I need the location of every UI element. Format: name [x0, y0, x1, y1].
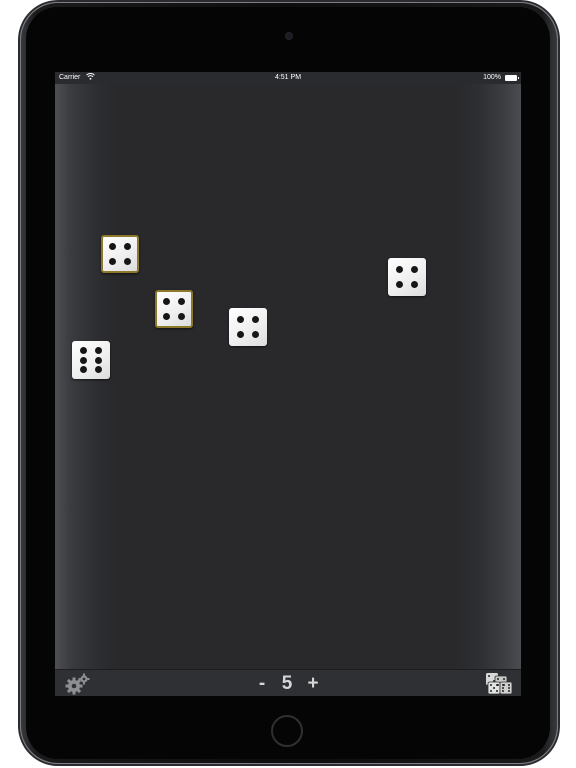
die-pip [123, 257, 131, 265]
die-pip [395, 265, 403, 273]
die-pip [177, 312, 185, 320]
battery-percent: 100% [483, 74, 501, 81]
die[interactable] [229, 308, 267, 346]
die[interactable] [72, 341, 110, 379]
status-time: 4:51 PM [274, 74, 302, 81]
die-pip [177, 298, 185, 306]
battery-icon [505, 75, 519, 81]
front-camera [285, 32, 293, 40]
status-bar: Carrier 4:51 PM 100% [55, 72, 521, 84]
die[interactable] [388, 258, 426, 296]
dice-stack-icon[interactable] [485, 672, 513, 695]
die-pip [252, 331, 260, 339]
decrease-dice-button[interactable]: - [255, 670, 269, 696]
die[interactable] [155, 290, 193, 328]
die-pip [109, 243, 117, 251]
bottom-toolbar: - 5 + [55, 669, 521, 696]
die-pip [252, 315, 260, 323]
die-pip [95, 366, 103, 373]
home-button[interactable] [271, 715, 303, 747]
die-pip [163, 298, 171, 306]
die-pip [79, 356, 87, 364]
die-pip [95, 347, 103, 354]
dice-count-control: - 5 + [253, 670, 323, 696]
die-pip [79, 347, 87, 354]
app-screen: Carrier 4:51 PM 100% - 5 + [55, 72, 521, 696]
die[interactable] [101, 235, 139, 273]
die-pip [123, 243, 131, 251]
die-pip [109, 257, 117, 265]
die-pip [411, 281, 419, 289]
die-pip [236, 331, 244, 339]
increase-dice-button[interactable]: + [305, 670, 321, 696]
die-pip [95, 356, 103, 364]
die-pip [79, 366, 87, 373]
dice-table[interactable] [55, 84, 521, 669]
gear-icon[interactable] [65, 673, 91, 695]
dice-count-value: 5 [281, 673, 293, 694]
die-pip [163, 312, 171, 320]
die-pip [236, 315, 244, 323]
die-pip [395, 281, 403, 289]
die-pip [411, 265, 419, 273]
